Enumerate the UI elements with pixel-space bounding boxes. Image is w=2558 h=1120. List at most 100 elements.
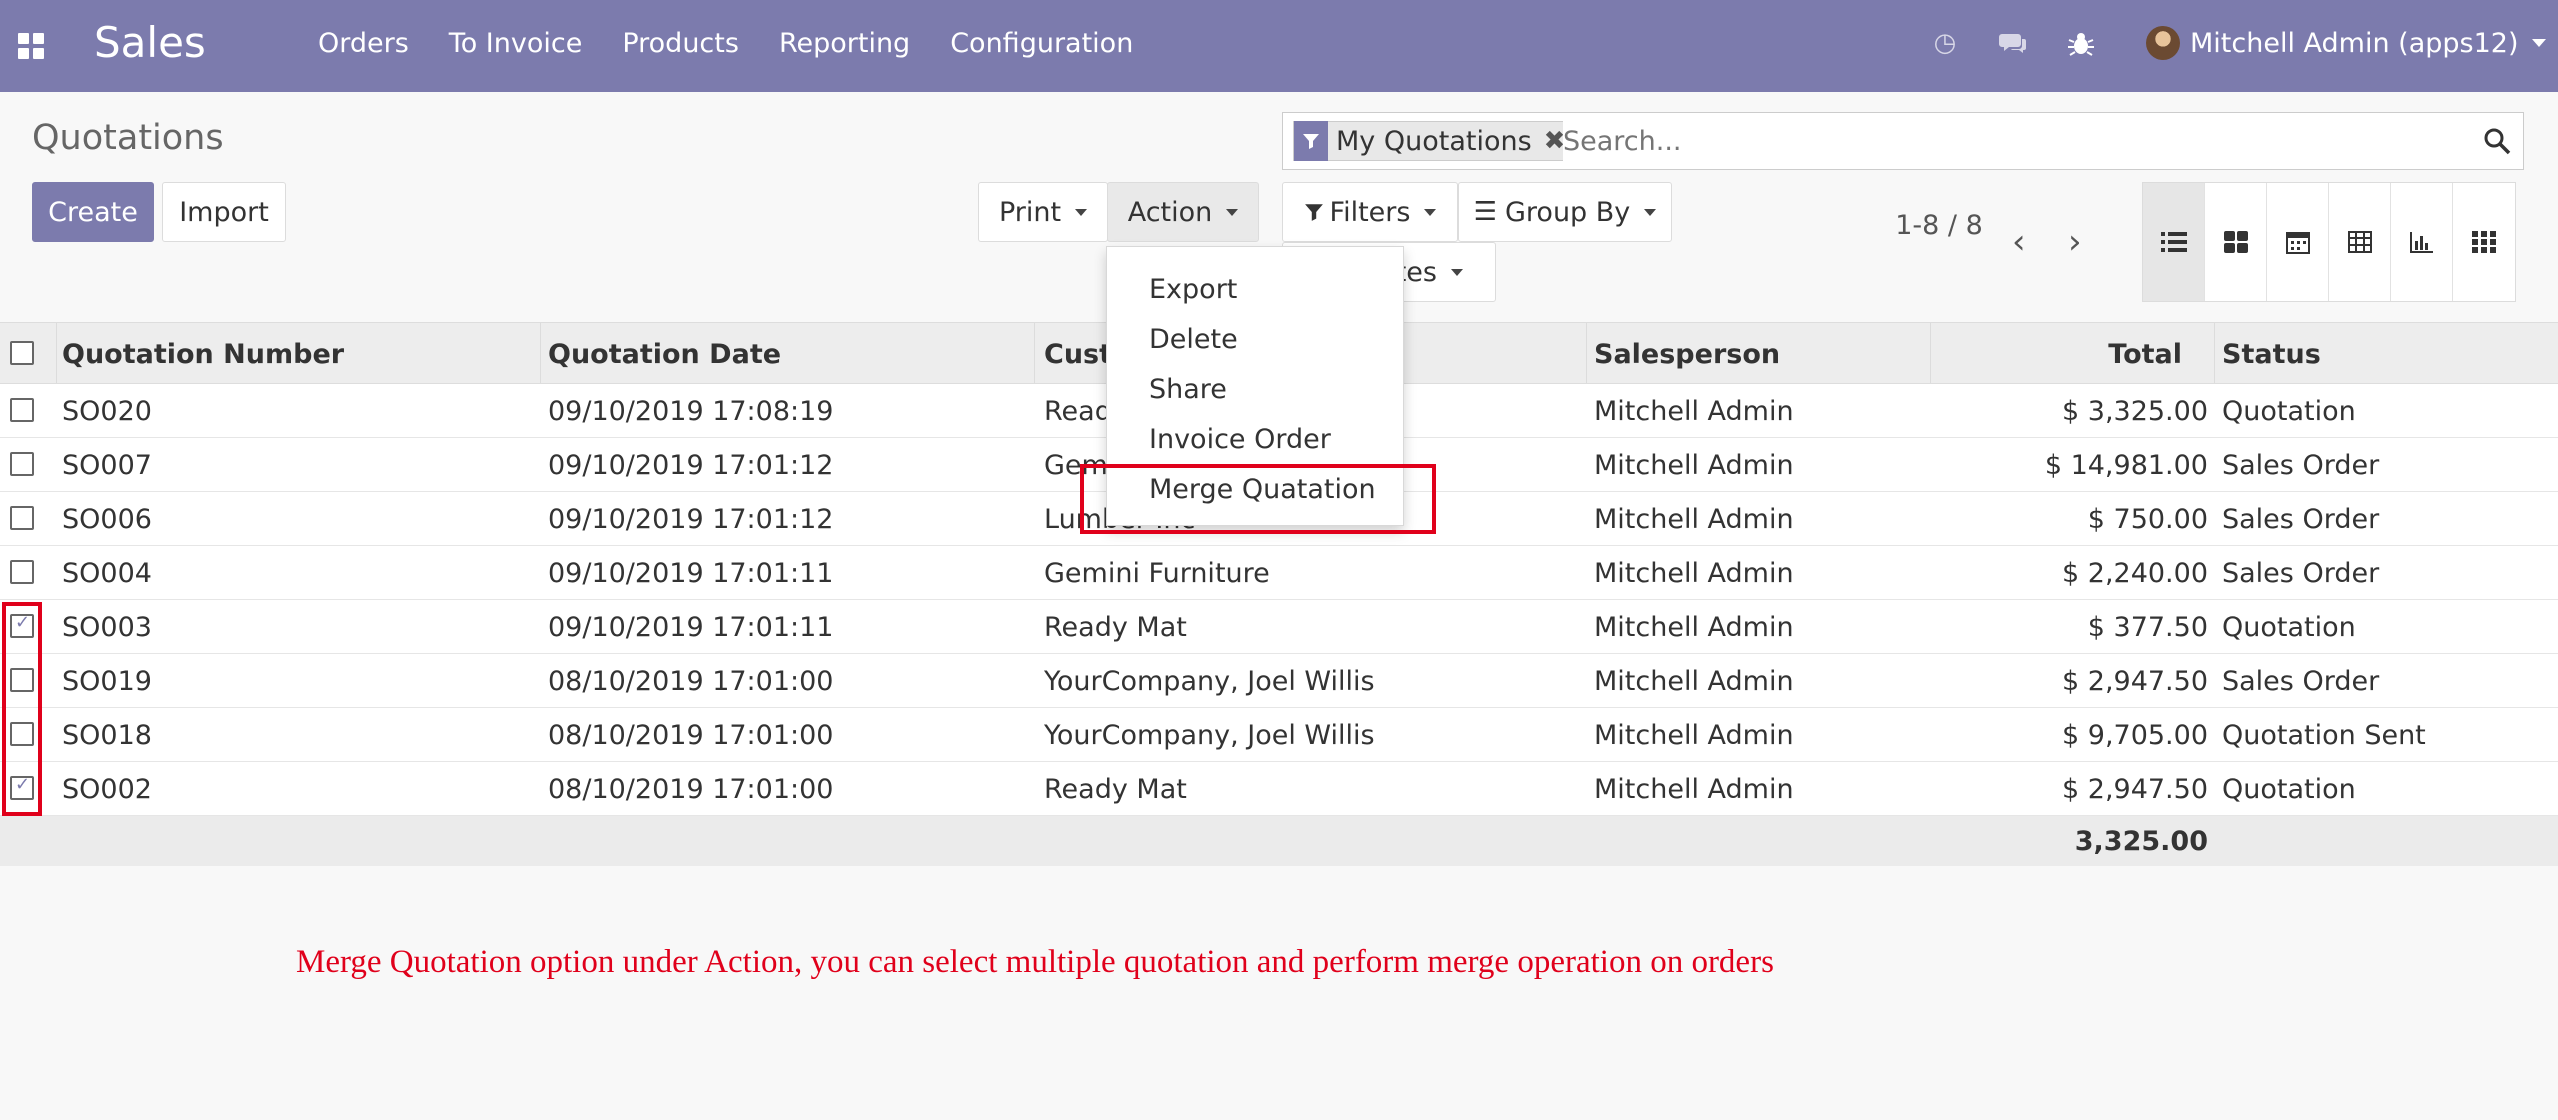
cell-total: $ 2,947.50 (2062, 774, 2208, 805)
cell-status: Quotation (2222, 612, 2356, 643)
chevron-left-icon[interactable]: ‹ (2012, 222, 2026, 262)
header-salesperson[interactable]: Salesperson (1594, 339, 1780, 370)
list-icon: ☰ (1473, 197, 1497, 227)
clock-icon[interactable]: ◷ (1930, 28, 1960, 58)
table-row[interactable]: SO004 09/10/2019 17:01:11 Gemini Furniture… (0, 546, 2558, 600)
top-navbar: Sales Orders To Invoice Products Reporti… (0, 0, 2558, 92)
kanban-view-icon[interactable] (2205, 183, 2267, 301)
cell-quotation-number: SO006 (62, 504, 152, 535)
header-quotation-number[interactable]: Quotation Number (62, 339, 344, 370)
graph-view-icon[interactable] (2391, 183, 2453, 301)
cell-status: Quotation (2222, 774, 2356, 805)
cell-customer: Ready Mat (1044, 774, 1187, 805)
cell-total: $ 9,705.00 (2062, 720, 2208, 751)
menu-item-delete[interactable]: Delete (1107, 315, 1403, 365)
cell-quotation-number: SO003 (62, 612, 152, 643)
chevron-down-icon (1226, 208, 1239, 216)
filters-label: Filters (1329, 196, 1411, 228)
grid-view-icon[interactable] (2453, 183, 2515, 301)
chevron-down-icon (1424, 208, 1437, 216)
row-checkbox[interactable] (10, 560, 34, 584)
filters-button[interactable]: Filters (1282, 182, 1458, 242)
table-row[interactable]: SO003 09/10/2019 17:01:11 Ready Mat Mitchel… (0, 600, 2558, 654)
chevron-right-icon[interactable]: › (2068, 222, 2082, 262)
header-quotation-date[interactable]: Quotation Date (548, 339, 781, 370)
cell-salesperson: Mitchell Admin (1594, 774, 1794, 805)
cell-customer: Gemini Furniture (1044, 558, 1270, 589)
menu-reporting[interactable]: Reporting (779, 28, 910, 59)
cell-salesperson: Mitchell Admin (1594, 558, 1794, 589)
action-button[interactable]: Action (1107, 182, 1259, 242)
cell-quotation-date: 09/10/2019 17:08:19 (548, 396, 834, 427)
menu-to-invoice[interactable]: To Invoice (449, 28, 583, 59)
cell-quotation-date: 08/10/2019 17:01:00 (548, 720, 834, 751)
systray: ◷ (1930, 28, 2096, 58)
filter-icon (1294, 121, 1328, 161)
highlight-merge-option (1080, 464, 1436, 534)
chevron-down-icon (1075, 208, 1088, 216)
chevron-down-icon (1450, 268, 1463, 276)
pager-value[interactable]: 1-8 / 8 (1884, 206, 1994, 246)
footer-total: 3,325.00 (2074, 826, 2208, 857)
chat-icon[interactable] (1998, 28, 2028, 58)
header-total[interactable]: Total (1940, 339, 2182, 370)
cell-salesperson: Mitchell Admin (1594, 720, 1794, 751)
menu-configuration[interactable]: Configuration (950, 28, 1133, 59)
app-brand[interactable]: Sales (94, 18, 206, 67)
cell-salesperson: Mitchell Admin (1594, 612, 1794, 643)
cell-customer: Ready Mat (1044, 612, 1187, 643)
annotation-text: Merge Quotation option under Action, you… (296, 944, 1774, 980)
cell-status: Sales Order (2222, 558, 2380, 589)
create-button[interactable]: Create (32, 182, 154, 242)
user-menu[interactable]: Mitchell Admin (apps12) (2146, 26, 2547, 60)
cell-quotation-number: SO020 (62, 396, 152, 427)
row-checkbox[interactable] (10, 506, 34, 530)
menu-products[interactable]: Products (622, 28, 739, 59)
row-checkbox[interactable] (10, 452, 34, 476)
cell-status: Sales Order (2222, 450, 2380, 481)
apps-menu-icon[interactable] (18, 33, 44, 59)
cell-total: $ 377.50 (2087, 612, 2208, 643)
import-button[interactable]: Import (162, 182, 286, 242)
table-row[interactable]: SO002 08/10/2019 17:01:00 Ready Mat Mitchel… (0, 762, 2558, 816)
cell-quotation-number: SO019 (62, 666, 152, 697)
table-row[interactable]: SO019 08/10/2019 17:01:00 YourCompany, Joe… (0, 654, 2558, 708)
calendar-view-icon[interactable] (2267, 183, 2329, 301)
cell-status: Quotation Sent (2222, 720, 2426, 751)
cell-quotation-number: SO018 (62, 720, 152, 751)
list-view-icon[interactable] (2143, 183, 2205, 301)
view-switcher (2142, 182, 2516, 302)
cell-quotation-date: 09/10/2019 17:01:12 (548, 504, 834, 535)
cell-total: $ 2,240.00 (2062, 558, 2208, 589)
cell-total: $ 2,947.50 (2062, 666, 2208, 697)
search-icon[interactable] (2483, 127, 2511, 155)
menu-item-export[interactable]: Export (1107, 265, 1403, 315)
table-footer: 3,325.00 (0, 816, 2558, 866)
facet-label: My Quotations (1336, 125, 1532, 157)
header-status[interactable]: Status (2222, 339, 2321, 370)
print-label: Print (998, 196, 1062, 228)
cell-status: Sales Order (2222, 504, 2380, 535)
cell-customer: YourCompany, Joel Willis (1044, 666, 1375, 697)
cell-quotation-number: SO002 (62, 774, 152, 805)
row-checkbox[interactable] (10, 398, 34, 422)
cell-salesperson: Mitchell Admin (1594, 666, 1794, 697)
menu-item-share[interactable]: Share (1107, 365, 1403, 415)
menu-orders[interactable]: Orders (318, 28, 409, 59)
pivot-view-icon[interactable] (2329, 183, 2391, 301)
search-input[interactable] (1563, 121, 2463, 161)
table-row[interactable]: SO018 08/10/2019 17:01:00 YourCompany, Joe… (0, 708, 2558, 762)
search-facet[interactable]: My Quotations ✖ (1293, 121, 1577, 161)
groupby-button[interactable]: ☰ Group By (1458, 182, 1672, 242)
print-button[interactable]: Print (978, 182, 1108, 242)
cell-salesperson: Mitchell Admin (1594, 504, 1794, 535)
select-all-checkbox[interactable] (10, 341, 34, 365)
chevron-down-icon (1644, 208, 1657, 216)
cell-status: Quotation (2222, 396, 2356, 427)
menu-item-invoice-order[interactable]: Invoice Order (1107, 415, 1403, 465)
bug-icon[interactable] (2066, 28, 2096, 58)
cell-quotation-number: SO007 (62, 450, 152, 481)
chevron-down-icon (2532, 39, 2547, 47)
action-label: Action (1127, 196, 1213, 228)
cell-quotation-date: 09/10/2019 17:01:12 (548, 450, 834, 481)
